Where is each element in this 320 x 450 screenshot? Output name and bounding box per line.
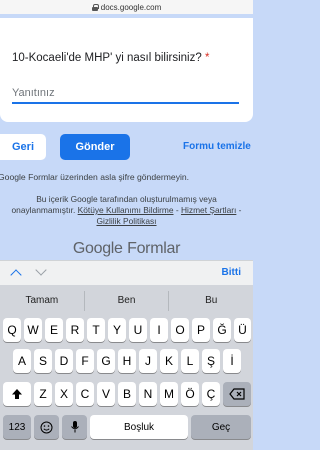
url-text: docs.google.com — [100, 2, 162, 12]
key[interactable]: C — [76, 382, 94, 406]
back-button[interactable]: Geri — [0, 134, 46, 160]
question-card: 10-Kocaeli'de MHP' yi nasıl bilirsiniz? … — [0, 14, 253, 122]
key[interactable]: N — [139, 382, 157, 406]
disclaimer: Bu içerik Google tarafından oluşturulmam… — [0, 194, 253, 227]
separator: - — [236, 205, 242, 215]
keyboard: Tamam Ben Bu Q W E R T Y U I O P Ğ Ü A S… — [0, 285, 253, 450]
logo-google: Google — [72, 240, 123, 257]
key[interactable]: K — [160, 349, 178, 373]
key[interactable]: Ç — [202, 382, 220, 406]
separator: - — [173, 205, 181, 215]
key[interactable]: L — [181, 349, 199, 373]
emoji-key[interactable] — [34, 415, 59, 439]
password-warning: Google Formlar üzerinden asla şifre gönd… — [0, 172, 190, 182]
key[interactable]: Ğ — [213, 318, 231, 342]
logo-forms: Formlar — [127, 240, 181, 257]
key[interactable]: J — [139, 349, 157, 373]
suggestion-item[interactable]: Ben — [83, 291, 169, 311]
shift-key[interactable] — [3, 382, 31, 406]
google-forms-logo: Google Formlar — [0, 240, 253, 258]
chevron-up-icon[interactable] — [10, 269, 22, 281]
key[interactable]: B — [118, 382, 136, 406]
shift-icon — [12, 389, 22, 399]
submit-button[interactable]: Gönder — [60, 134, 130, 160]
key[interactable]: A — [13, 349, 31, 373]
terms-link[interactable]: Hizmet Şartları — [181, 205, 236, 215]
key[interactable]: Y — [108, 318, 126, 342]
key[interactable]: S — [34, 349, 52, 373]
card-divider — [0, 14, 253, 18]
disclaimer-line2: onaylanmamıştır. Kötüye Kullanımı Bildir… — [0, 205, 253, 216]
backspace-key[interactable] — [223, 382, 251, 406]
space-key[interactable]: Boşluk — [90, 415, 188, 439]
microphone-icon — [70, 421, 79, 433]
key[interactable]: W — [24, 318, 42, 342]
question-title: 10-Kocaeli'de MHP' yi nasıl bilirsiniz? … — [12, 52, 209, 64]
address-bar[interactable]: docs.google.com — [0, 0, 253, 14]
numbers-key[interactable]: 123 — [3, 415, 31, 439]
key[interactable]: Q — [3, 318, 21, 342]
key[interactable]: T — [87, 318, 105, 342]
key[interactable]: G — [97, 349, 115, 373]
microphone-key[interactable] — [62, 415, 87, 439]
key[interactable]: Ş — [202, 349, 220, 373]
key[interactable]: İ — [223, 349, 241, 373]
key[interactable]: V — [97, 382, 115, 406]
key[interactable]: O — [171, 318, 189, 342]
suggestion-item[interactable]: Tamam — [0, 291, 84, 311]
lock-icon — [91, 3, 99, 11]
disclaimer-line3: Gizlilik Politikası — [0, 216, 253, 227]
key[interactable]: H — [118, 349, 136, 373]
key[interactable]: M — [160, 382, 178, 406]
key[interactable]: Ö — [181, 382, 199, 406]
question-text: 10-Kocaeli'de MHP' yi nasıl bilirsiniz? — [12, 52, 202, 64]
disclaimer-prefix: onaylanmamıştır. — [11, 205, 76, 215]
backspace-icon — [229, 388, 245, 400]
key[interactable]: R — [66, 318, 84, 342]
key[interactable]: D — [55, 349, 73, 373]
chevron-down-icon[interactable] — [35, 264, 47, 276]
key[interactable]: Ü — [234, 318, 251, 342]
required-asterisk: * — [204, 52, 210, 64]
report-abuse-link[interactable]: Kötüye Kullanımı Bildirme — [78, 205, 174, 215]
suggestion-item[interactable]: Bu — [168, 291, 253, 311]
privacy-link[interactable]: Gizlilik Politikası — [96, 216, 156, 226]
key[interactable]: F — [76, 349, 94, 373]
emoji-icon — [40, 421, 53, 433]
disclaimer-line1: Bu içerik Google tarafından oluşturulmam… — [36, 194, 217, 204]
key[interactable]: I — [150, 318, 168, 342]
done-button[interactable]: Bitti — [222, 267, 241, 278]
key[interactable]: Z — [34, 382, 52, 406]
return-key[interactable]: Geç — [191, 415, 251, 439]
key[interactable]: X — [55, 382, 73, 406]
key[interactable]: E — [45, 318, 63, 342]
key[interactable]: P — [192, 318, 210, 342]
key[interactable]: U — [129, 318, 147, 342]
answer-placeholder: Yanıtınız — [12, 87, 55, 99]
clear-form-link[interactable]: Formu temizle — [183, 141, 251, 152]
answer-input[interactable]: Yanıtınız — [12, 82, 239, 104]
suggestion-bar: Tamam Ben Bu — [0, 291, 253, 311]
keyboard-toolbar: Bitti — [0, 260, 253, 285]
